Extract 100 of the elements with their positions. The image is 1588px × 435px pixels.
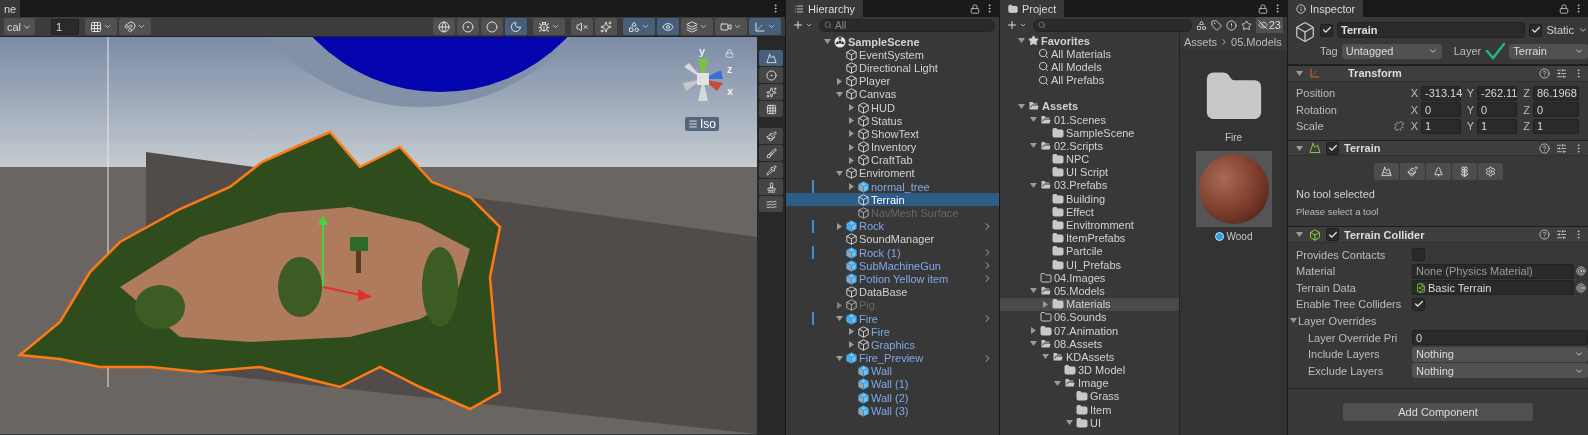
checkbox[interactable] <box>1412 297 1425 311</box>
hierarchy-item[interactable]: Wall (1) <box>786 377 999 392</box>
hierarchy-item[interactable]: Enviroment <box>786 166 999 181</box>
terrain-tool-button[interactable] <box>759 50 783 66</box>
hierarchy-item[interactable]: CraftTab <box>786 153 999 167</box>
terrain-tool-button[interactable] <box>759 67 783 83</box>
snap-field[interactable]: 1 <box>51 18 80 35</box>
checkbox[interactable] <box>1412 248 1425 262</box>
folder-item[interactable]: Materials <box>1000 297 1179 311</box>
hierarchy-item[interactable]: Fire_Preview <box>786 351 999 365</box>
favorite-item[interactable]: All Models <box>1000 60 1179 74</box>
lock-icon[interactable] <box>1258 3 1268 14</box>
view-toggle[interactable] <box>505 18 527 35</box>
foldout-arrow[interactable] <box>1289 317 1297 325</box>
foldout-arrow[interactable] <box>1029 181 1037 189</box>
object-field[interactable]: Basic Terrain <box>1412 280 1574 296</box>
foldout-arrow[interactable] <box>1029 116 1037 124</box>
view-toggle[interactable] <box>749 18 781 35</box>
hierarchy-item[interactable]: Rock (1) <box>786 246 999 260</box>
snap-button[interactable] <box>85 18 118 35</box>
hierarchy-item[interactable]: Wall (2) <box>786 391 999 405</box>
folder-item[interactable]: UI_Prefabs <box>1000 258 1179 272</box>
brush-tool-button[interactable] <box>759 196 783 212</box>
search-field[interactable] <box>1033 18 1192 32</box>
foldout-arrow[interactable] <box>835 301 843 309</box>
layers-dropdown[interactable]: Nothing <box>1412 346 1588 362</box>
folder-item[interactable]: KDAssets <box>1000 350 1179 364</box>
add-component-button[interactable]: Add Component <box>1343 403 1533 421</box>
foldout-arrow[interactable] <box>847 341 855 349</box>
open-prefab-button[interactable] <box>982 247 993 259</box>
material-thumbnail[interactable] <box>1195 151 1272 227</box>
folder-item[interactable]: 01.Scenes <box>1000 112 1179 127</box>
foldout-arrow[interactable] <box>835 222 843 230</box>
project-tab[interactable]: Project <box>1000 0 1065 17</box>
lock-icon[interactable] <box>970 3 980 14</box>
terrain-tool-button[interactable] <box>1425 163 1451 181</box>
hierarchy-item[interactable]: Fire <box>786 311 999 326</box>
terrain-tool-button[interactable] <box>1451 163 1477 181</box>
caret-icon[interactable] <box>1578 25 1588 35</box>
name-field[interactable]: Terrain <box>1337 22 1526 38</box>
hierarchy-item[interactable]: SoundManager <box>786 232 999 246</box>
projection-toggle[interactable]: Iso <box>685 117 719 131</box>
folder-item[interactable]: UI Script <box>1000 165 1179 179</box>
terrain-tool-button[interactable] <box>1477 163 1503 181</box>
foldout-label[interactable]: Layer Overrides <box>1298 314 1448 327</box>
folder-item[interactable]: NPC <box>1000 152 1179 166</box>
hierarchy-item[interactable]: DataBase <box>786 285 999 299</box>
checkbox[interactable] <box>1326 141 1339 155</box>
inspector-tab[interactable]: Inspector <box>1288 0 1364 17</box>
tag-icon[interactable] <box>1210 19 1222 31</box>
terrain-tool-button[interactable] <box>759 101 783 117</box>
layers-dropdown[interactable]: Nothing <box>1412 363 1588 379</box>
folder-item[interactable]: 03.Prefabs <box>1000 178 1179 193</box>
tag-dropdown[interactable]: Untagged <box>1341 43 1442 59</box>
help-icon[interactable] <box>1539 142 1550 154</box>
hierarchy-item[interactable]: SubMachineGun <box>786 259 999 273</box>
brush-tool-button[interactable] <box>759 162 783 178</box>
sliders-icon[interactable] <box>1556 67 1567 79</box>
foldout-arrow[interactable] <box>847 143 855 151</box>
foldout-arrow[interactable] <box>1295 144 1303 152</box>
hierarchy-item[interactable]: Potion Yellow item <box>786 272 999 286</box>
number-field[interactable]: -313.14 <box>1421 85 1461 101</box>
foldout-arrow[interactable] <box>847 117 855 125</box>
hierarchy-item[interactable]: Status <box>786 114 999 128</box>
number-field[interactable]: 0 <box>1533 102 1579 118</box>
hierarchy-item[interactable]: Inventory <box>786 140 999 154</box>
hierarchy-item[interactable]: Terrain <box>786 193 999 207</box>
alert-icon[interactable] <box>1225 19 1237 31</box>
pivot-dropdown[interactable]: cal <box>4 18 36 35</box>
folder-item[interactable]: Envitromment <box>1000 218 1179 232</box>
folder-item[interactable]: UI <box>1000 416 1179 430</box>
folder-item[interactable]: 05.Models <box>1000 284 1179 298</box>
folder-item[interactable]: 07.Animation <box>1000 323 1179 338</box>
view-toggle[interactable] <box>681 18 713 35</box>
brush-tool-button[interactable] <box>759 145 783 161</box>
unlink-icon[interactable] <box>1394 121 1404 132</box>
view-toggle[interactable] <box>433 18 455 35</box>
star-icon[interactable] <box>1240 19 1252 31</box>
brush-tool-button[interactable] <box>759 128 783 144</box>
breadcrumb-link[interactable]: 05.Models <box>1231 35 1282 48</box>
foldout-arrow[interactable] <box>1041 353 1049 361</box>
favorite-item[interactable]: All Materials <box>1000 47 1179 61</box>
hierarchy-item[interactable]: HUD <box>786 100 999 115</box>
number-field[interactable]: 86.1968 <box>1533 85 1579 101</box>
foldout-arrow[interactable] <box>1041 300 1049 308</box>
checkbox[interactable] <box>1326 228 1339 242</box>
terrain-tool-button[interactable] <box>1373 163 1399 181</box>
view-toggle[interactable] <box>533 18 565 35</box>
folder-item[interactable]: Partcile <box>1000 244 1179 258</box>
view-toggle[interactable] <box>595 18 617 35</box>
shapes-icon[interactable] <box>1195 19 1207 31</box>
view-toggle[interactable] <box>715 18 747 35</box>
hierarchy-item[interactable]: SampleScene <box>786 35 999 49</box>
foldout-arrow[interactable] <box>823 38 831 46</box>
foldout-arrow[interactable] <box>1295 231 1303 239</box>
snap-button[interactable] <box>119 18 152 35</box>
search-field[interactable]: All <box>819 18 995 32</box>
terrain-tool-button[interactable] <box>1399 163 1425 181</box>
foldout-arrow[interactable] <box>1053 379 1061 387</box>
hierarchy-item[interactable]: ShowText <box>786 127 999 141</box>
